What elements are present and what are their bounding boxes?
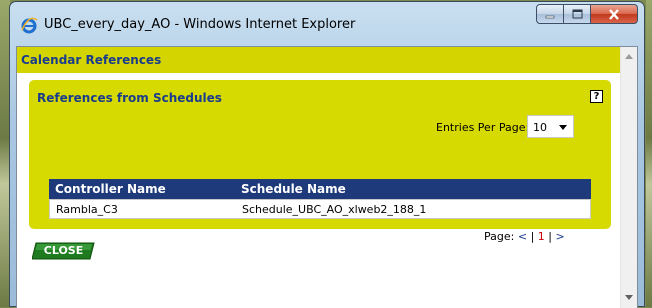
maximize-button[interactable] bbox=[564, 4, 591, 24]
prev-page-link[interactable]: < bbox=[518, 230, 527, 243]
title-bar[interactable]: UBC_every_day_AO - Windows Internet Expl… bbox=[10, 2, 644, 46]
pagination-label: Page: bbox=[484, 230, 515, 243]
next-page-link[interactable]: > bbox=[556, 230, 565, 243]
table-header: Controller Name Schedule Name bbox=[49, 179, 591, 199]
references-box: References from Schedules ? Entries Per … bbox=[29, 80, 611, 243]
browser-window: UBC_every_day_AO - Windows Internet Expl… bbox=[9, 1, 645, 308]
current-page[interactable]: 1 bbox=[538, 230, 545, 243]
panel-header: Calendar References bbox=[17, 47, 621, 73]
chevron-down-icon bbox=[559, 125, 567, 130]
help-icon[interactable]: ? bbox=[590, 90, 603, 103]
window-controls bbox=[536, 4, 638, 25]
close-button-label: CLOSE bbox=[43, 244, 84, 257]
cell-schedule-name: Schedule_UBC_AO_xlweb2_188_1 bbox=[242, 203, 427, 216]
references-title: References from Schedules bbox=[37, 91, 222, 105]
pagination-separator: | bbox=[530, 230, 535, 243]
panel-title: Calendar References bbox=[21, 53, 162, 67]
close-icon bbox=[609, 8, 619, 20]
entries-per-page-select[interactable]: 10 bbox=[527, 115, 574, 138]
minimize-icon bbox=[545, 15, 555, 19]
cell-controller-name: Rambla_C3 bbox=[56, 203, 118, 216]
column-header-controller: Controller Name bbox=[55, 182, 166, 196]
table-row[interactable]: Rambla_C3 Schedule_UBC_AO_xlweb2_188_1 bbox=[49, 199, 591, 219]
window-title: UBC_every_day_AO - Windows Internet Expl… bbox=[44, 17, 356, 32]
background-window-right bbox=[646, 0, 652, 307]
ie-icon bbox=[21, 17, 38, 34]
entries-per-page-label: Entries Per Page: bbox=[436, 121, 530, 134]
minimize-button[interactable] bbox=[536, 4, 564, 24]
calendar-references-panel: Calendar References References from Sche… bbox=[17, 47, 621, 308]
close-button[interactable]: CLOSE bbox=[32, 242, 95, 260]
scroll-up-icon[interactable] bbox=[625, 54, 633, 59]
vertical-scrollbar[interactable] bbox=[620, 47, 637, 308]
column-header-schedule: Schedule Name bbox=[241, 182, 346, 196]
pagination: Page: < | 1 | > bbox=[484, 230, 565, 243]
entries-per-page-value: 10 bbox=[533, 121, 547, 134]
close-window-button[interactable] bbox=[591, 4, 638, 24]
pagination-separator: | bbox=[548, 230, 552, 243]
scroll-down-icon[interactable] bbox=[625, 295, 633, 300]
page-content: Calendar References References from Sche… bbox=[16, 46, 638, 308]
maximize-icon bbox=[572, 9, 582, 19]
